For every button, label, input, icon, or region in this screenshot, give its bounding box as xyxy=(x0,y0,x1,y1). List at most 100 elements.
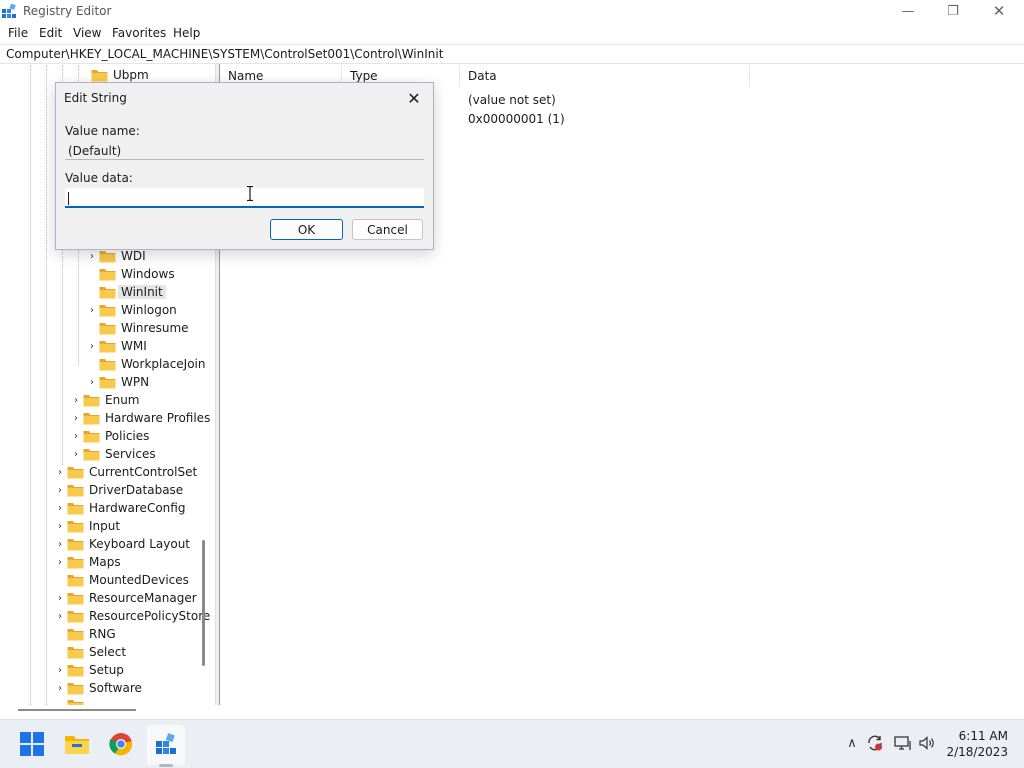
registry-editor-icon xyxy=(156,733,176,754)
tree-horizontal-scrollbar[interactable] xyxy=(18,709,136,711)
tree-item[interactable]: › Policies xyxy=(69,427,149,445)
tree-item[interactable]: › WPN xyxy=(85,373,149,391)
tree-item-label: Ubpm xyxy=(113,68,149,82)
tree-item[interactable]: › Input xyxy=(53,517,120,535)
tree-item[interactable]: Winresume xyxy=(85,319,189,337)
tree-item-label: DriverDatabase xyxy=(89,483,184,497)
expand-chevron-icon[interactable]: › xyxy=(69,413,83,424)
tree-item-label: Setup xyxy=(89,663,124,677)
expand-chevron-icon[interactable]: › xyxy=(85,305,99,316)
tree-item[interactable]: WorkplaceJoin xyxy=(85,355,206,373)
volume-icon[interactable] xyxy=(918,734,936,752)
value-row-1-data[interactable]: (value not set) xyxy=(468,93,556,107)
expand-chevron-icon[interactable]: › xyxy=(69,431,83,442)
value-row-2-data[interactable]: 0x00000001 (1) xyxy=(468,112,565,126)
tree-item[interactable]: › WMI xyxy=(85,337,147,355)
tree-item[interactable]: RNG xyxy=(53,625,116,643)
tree-item[interactable]: WinInit xyxy=(85,283,166,301)
expand-chevron-icon[interactable]: › xyxy=(53,467,67,478)
cancel-button[interactable]: Cancel xyxy=(352,219,423,240)
expand-chevron-icon[interactable]: › xyxy=(85,251,99,262)
update-status-icon[interactable] xyxy=(866,734,884,752)
start-button[interactable] xyxy=(17,729,47,759)
value-data-input[interactable] xyxy=(65,188,424,208)
tree-item[interactable]: › Enum xyxy=(69,391,139,409)
chrome-button[interactable] xyxy=(106,729,136,759)
expand-chevron-icon[interactable]: › xyxy=(53,503,67,514)
address-path: Computer\HKEY_LOCAL_MACHINE\SYSTEM\Contr… xyxy=(6,47,444,61)
tree-item[interactable]: Windows xyxy=(85,265,175,283)
tray-overflow-chevron-icon[interactable]: ∧ xyxy=(843,734,861,752)
column-header-data[interactable]: Data xyxy=(460,65,750,87)
tree-item-label: Hardware Profiles xyxy=(105,411,211,425)
tree-item-label: WMI xyxy=(121,339,147,353)
file-explorer-button[interactable] xyxy=(62,729,92,759)
expand-chevron-icon[interactable]: › xyxy=(53,665,67,676)
tree-item[interactable]: › Services xyxy=(69,445,156,463)
expand-chevron-icon[interactable]: › xyxy=(69,449,83,460)
expand-chevron-icon[interactable]: › xyxy=(53,539,67,550)
menu-view[interactable]: View xyxy=(73,26,101,40)
expand-chevron-icon[interactable]: › xyxy=(53,521,67,532)
ibeam-cursor-icon xyxy=(247,186,253,201)
tree-item[interactable]: › ResourceManager xyxy=(53,589,197,607)
tree-item[interactable]: › Setup xyxy=(53,661,124,679)
folder-icon xyxy=(91,69,108,82)
tree-item[interactable]: Select xyxy=(53,643,126,661)
close-button[interactable]: ✕ xyxy=(976,0,1022,22)
menu-help[interactable]: Help xyxy=(173,26,200,40)
menu-file[interactable]: File xyxy=(8,26,28,40)
expand-chevron-icon[interactable]: › xyxy=(85,377,99,388)
tree-item[interactable]: › Maps xyxy=(53,553,121,571)
minimize-button[interactable]: — xyxy=(885,0,931,22)
maximize-button[interactable]: ❐ xyxy=(930,0,976,22)
tree-item[interactable]: › ResourcePolicyStore xyxy=(53,607,210,625)
menu-favorites[interactable]: Favorites xyxy=(112,26,166,40)
expand-chevron-icon[interactable]: › xyxy=(69,395,83,406)
tree-item[interactable]: › CurrentControlSet xyxy=(53,463,197,481)
expand-chevron-icon[interactable]: › xyxy=(53,557,67,568)
tree-item-label: WDI xyxy=(121,249,146,263)
expand-chevron-icon[interactable]: › xyxy=(53,611,67,622)
tree-item[interactable]: › Software xyxy=(53,679,142,697)
tree-item[interactable]: › DriverDatabase xyxy=(53,481,183,499)
window-title: Registry Editor xyxy=(23,4,112,18)
tree-item[interactable]: › Winlogon xyxy=(85,301,177,319)
address-bar[interactable]: Computer\HKEY_LOCAL_MACHINE\SYSTEM\Contr… xyxy=(0,44,1024,64)
expand-chevron-icon[interactable]: › xyxy=(85,341,99,352)
registry-editor-app-icon xyxy=(2,4,16,18)
title-bar: Registry Editor — ❐ ✕ xyxy=(0,0,1024,24)
folder-icon xyxy=(67,610,84,623)
registry-editor-taskbar-button[interactable] xyxy=(151,729,181,759)
taskbar: ∧ 6:11 AM 2/18/2023 xyxy=(0,719,1024,768)
dialog-title: Edit String xyxy=(64,91,127,105)
tree-item-label: Select xyxy=(89,645,127,659)
folder-icon xyxy=(83,430,100,443)
ok-button[interactable]: OK xyxy=(270,219,343,240)
tree-item-label: HardwareConfig xyxy=(89,501,186,515)
folder-icon xyxy=(99,304,116,317)
tree-item[interactable]: › HardwareConfig xyxy=(53,499,185,517)
folder-icon xyxy=(67,520,84,533)
tree-item[interactable]: › Hardware Profiles xyxy=(69,409,210,427)
expand-chevron-icon[interactable]: › xyxy=(53,485,67,496)
tree-item-label: Software xyxy=(89,681,142,695)
tree-item[interactable]: › Keyboard Layout xyxy=(53,535,190,553)
tree-vertical-scrollbar[interactable] xyxy=(202,540,205,666)
tree-guide-line xyxy=(30,65,31,705)
tree-item-label: RNG xyxy=(89,627,116,641)
expand-chevron-icon[interactable]: › xyxy=(53,593,67,604)
network-icon[interactable] xyxy=(894,734,912,752)
tree-item-partial[interactable] xyxy=(53,696,89,705)
folder-icon xyxy=(67,646,84,659)
dialog-close-button[interactable]: ✕ xyxy=(399,85,429,111)
tree-item[interactable]: MountedDevices xyxy=(53,571,189,589)
menu-edit[interactable]: Edit xyxy=(39,26,62,40)
tree-item-label: Winresume xyxy=(121,321,189,335)
expand-chevron-icon[interactable]: › xyxy=(53,683,67,694)
value-data-label: Value data: xyxy=(65,171,133,185)
folder-icon xyxy=(67,574,84,587)
taskbar-clock[interactable]: 6:11 AM 2/18/2023 xyxy=(946,728,1008,760)
folder-icon xyxy=(67,556,84,569)
folder-icon xyxy=(67,682,84,695)
